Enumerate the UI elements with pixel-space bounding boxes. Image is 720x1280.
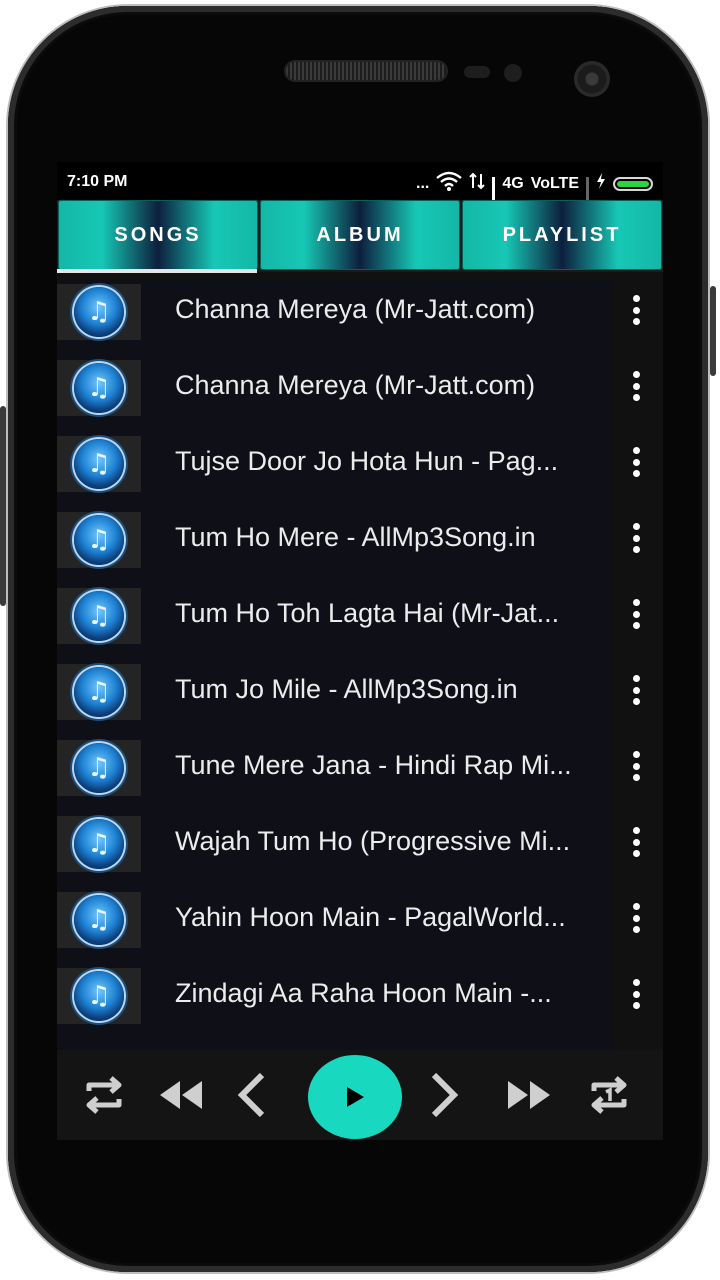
song-thumbnail: ♫ xyxy=(57,512,141,568)
charging-icon xyxy=(596,173,606,194)
song-title: Channa Mereya (Mr-Jatt.com) xyxy=(175,294,536,324)
proximity-sensor xyxy=(464,66,490,78)
song-thumbnail: ♫ xyxy=(57,588,141,644)
rewind-icon[interactable] xyxy=(154,1068,208,1122)
song-thumbnail: ♫ xyxy=(57,740,141,796)
more-vert-icon[interactable] xyxy=(623,748,649,784)
song-list[interactable]: ♫ Channa Mereya (Mr-Jatt.com) ♫ Channa M… xyxy=(57,280,663,1050)
more-vert-icon[interactable] xyxy=(623,824,649,860)
song-title: Tune Mere Jana - Hindi Rap Mi... xyxy=(175,750,572,780)
song-thumbnail: ♫ xyxy=(57,816,141,872)
music-note-icon: ♫ xyxy=(74,971,124,1021)
song-row[interactable]: ♫ Zindagi Aa Raha Hoon Main -... xyxy=(57,964,663,1040)
front-camera xyxy=(574,61,610,97)
tab-playlist[interactable]: PLAYLIST xyxy=(462,200,662,270)
app-screen: 7:10 PM ... 4G VoLTE SONGS ALBUM PLAYLIS… xyxy=(57,162,663,1140)
power-button xyxy=(710,286,716,376)
more-vert-icon[interactable] xyxy=(623,444,649,480)
song-row[interactable]: ♫ Tune Mere Jana - Hindi Rap Mi... xyxy=(57,736,663,812)
fast-forward-icon[interactable] xyxy=(502,1068,556,1122)
signal-icon-sim2 xyxy=(586,176,589,212)
song-title: Tujse Door Jo Hota Hun - Pag... xyxy=(175,446,559,476)
song-thumbnail: ♫ xyxy=(57,892,141,948)
light-sensor xyxy=(504,64,522,82)
song-row[interactable]: ♫ Tum Jo Mile - AllMp3Song.in xyxy=(57,660,663,736)
song-row[interactable]: ♫ Yahin Hoon Main - PagalWorld... xyxy=(57,888,663,964)
data-transfer-icon xyxy=(469,172,486,195)
music-note-icon: ♫ xyxy=(74,363,124,413)
status-bar: 7:10 PM ... 4G VoLTE xyxy=(57,162,663,212)
more-vert-icon[interactable] xyxy=(623,520,649,556)
song-row[interactable]: ♫ Tujse Door Jo Hota Hun - Pag... xyxy=(57,432,663,508)
tab-indicator xyxy=(57,269,257,273)
network-type: 4G xyxy=(502,174,524,192)
song-title: Wajah Tum Ho (Progressive Mi... xyxy=(175,826,571,856)
signal-icon xyxy=(492,176,496,212)
song-thumbnail: ♫ xyxy=(57,284,141,340)
tab-songs[interactable]: SONGS xyxy=(58,200,258,270)
battery-icon xyxy=(613,176,653,191)
earpiece-speaker xyxy=(286,62,446,80)
more-vert-icon[interactable] xyxy=(623,596,649,632)
song-row[interactable]: ♫ Channa Mereya (Mr-Jatt.com) xyxy=(57,356,663,432)
song-thumbnail: ♫ xyxy=(57,436,141,492)
play-button[interactable] xyxy=(308,1055,402,1139)
music-note-icon: ♫ xyxy=(74,895,124,945)
volte-label: VoLTE xyxy=(530,174,579,192)
music-note-icon: ♫ xyxy=(74,667,124,717)
song-row[interactable]: ♫ Channa Mereya (Mr-Jatt.com) xyxy=(57,280,663,356)
song-title: Tum Ho Mere - AllMp3Song.in xyxy=(175,522,536,552)
player-controls xyxy=(57,1050,663,1140)
music-note-icon: ♫ xyxy=(74,439,124,489)
status-time: 7:10 PM xyxy=(67,173,128,190)
notification-dots: ... xyxy=(416,174,430,192)
music-note-icon: ♫ xyxy=(74,743,124,793)
more-vert-icon[interactable] xyxy=(623,976,649,1012)
song-title: Yahin Hoon Main - PagalWorld... xyxy=(175,902,566,932)
music-note-icon: ♫ xyxy=(74,591,124,641)
more-vert-icon[interactable] xyxy=(623,900,649,936)
music-note-icon: ♫ xyxy=(74,515,124,565)
previous-icon[interactable] xyxy=(225,1068,279,1122)
tab-album[interactable]: ALBUM xyxy=(260,200,460,270)
more-vert-icon[interactable] xyxy=(623,292,649,328)
song-title: Tum Ho Toh Lagta Hai (Mr-Jat... xyxy=(175,598,560,628)
play-icon xyxy=(347,1087,364,1107)
next-icon[interactable] xyxy=(417,1068,471,1122)
song-row[interactable]: ♫ Tum Ho Mere - AllMp3Song.in xyxy=(57,508,663,584)
song-title: Tum Jo Mile - AllMp3Song.in xyxy=(175,674,518,704)
song-thumbnail: ♫ xyxy=(57,968,141,1024)
repeat-icon[interactable] xyxy=(77,1068,131,1122)
music-note-icon: ♫ xyxy=(74,287,124,337)
repeat-one-icon[interactable] xyxy=(582,1068,636,1122)
song-row[interactable]: ♫ Wajah Tum Ho (Progressive Mi... xyxy=(57,812,663,888)
tab-bar: SONGS ALBUM PLAYLIST xyxy=(57,200,663,272)
song-title: Channa Mereya (Mr-Jatt.com) xyxy=(175,370,536,400)
song-title: Zindagi Aa Raha Hoon Main -... xyxy=(175,978,552,1008)
more-vert-icon[interactable] xyxy=(623,368,649,404)
song-thumbnail: ♫ xyxy=(57,360,141,416)
music-note-icon: ♫ xyxy=(74,819,124,869)
more-vert-icon[interactable] xyxy=(623,672,649,708)
song-row[interactable]: ♫ Tum Ho Toh Lagta Hai (Mr-Jat... xyxy=(57,584,663,660)
wifi-icon xyxy=(436,171,463,196)
song-thumbnail: ♫ xyxy=(57,664,141,720)
volume-button xyxy=(0,406,6,606)
